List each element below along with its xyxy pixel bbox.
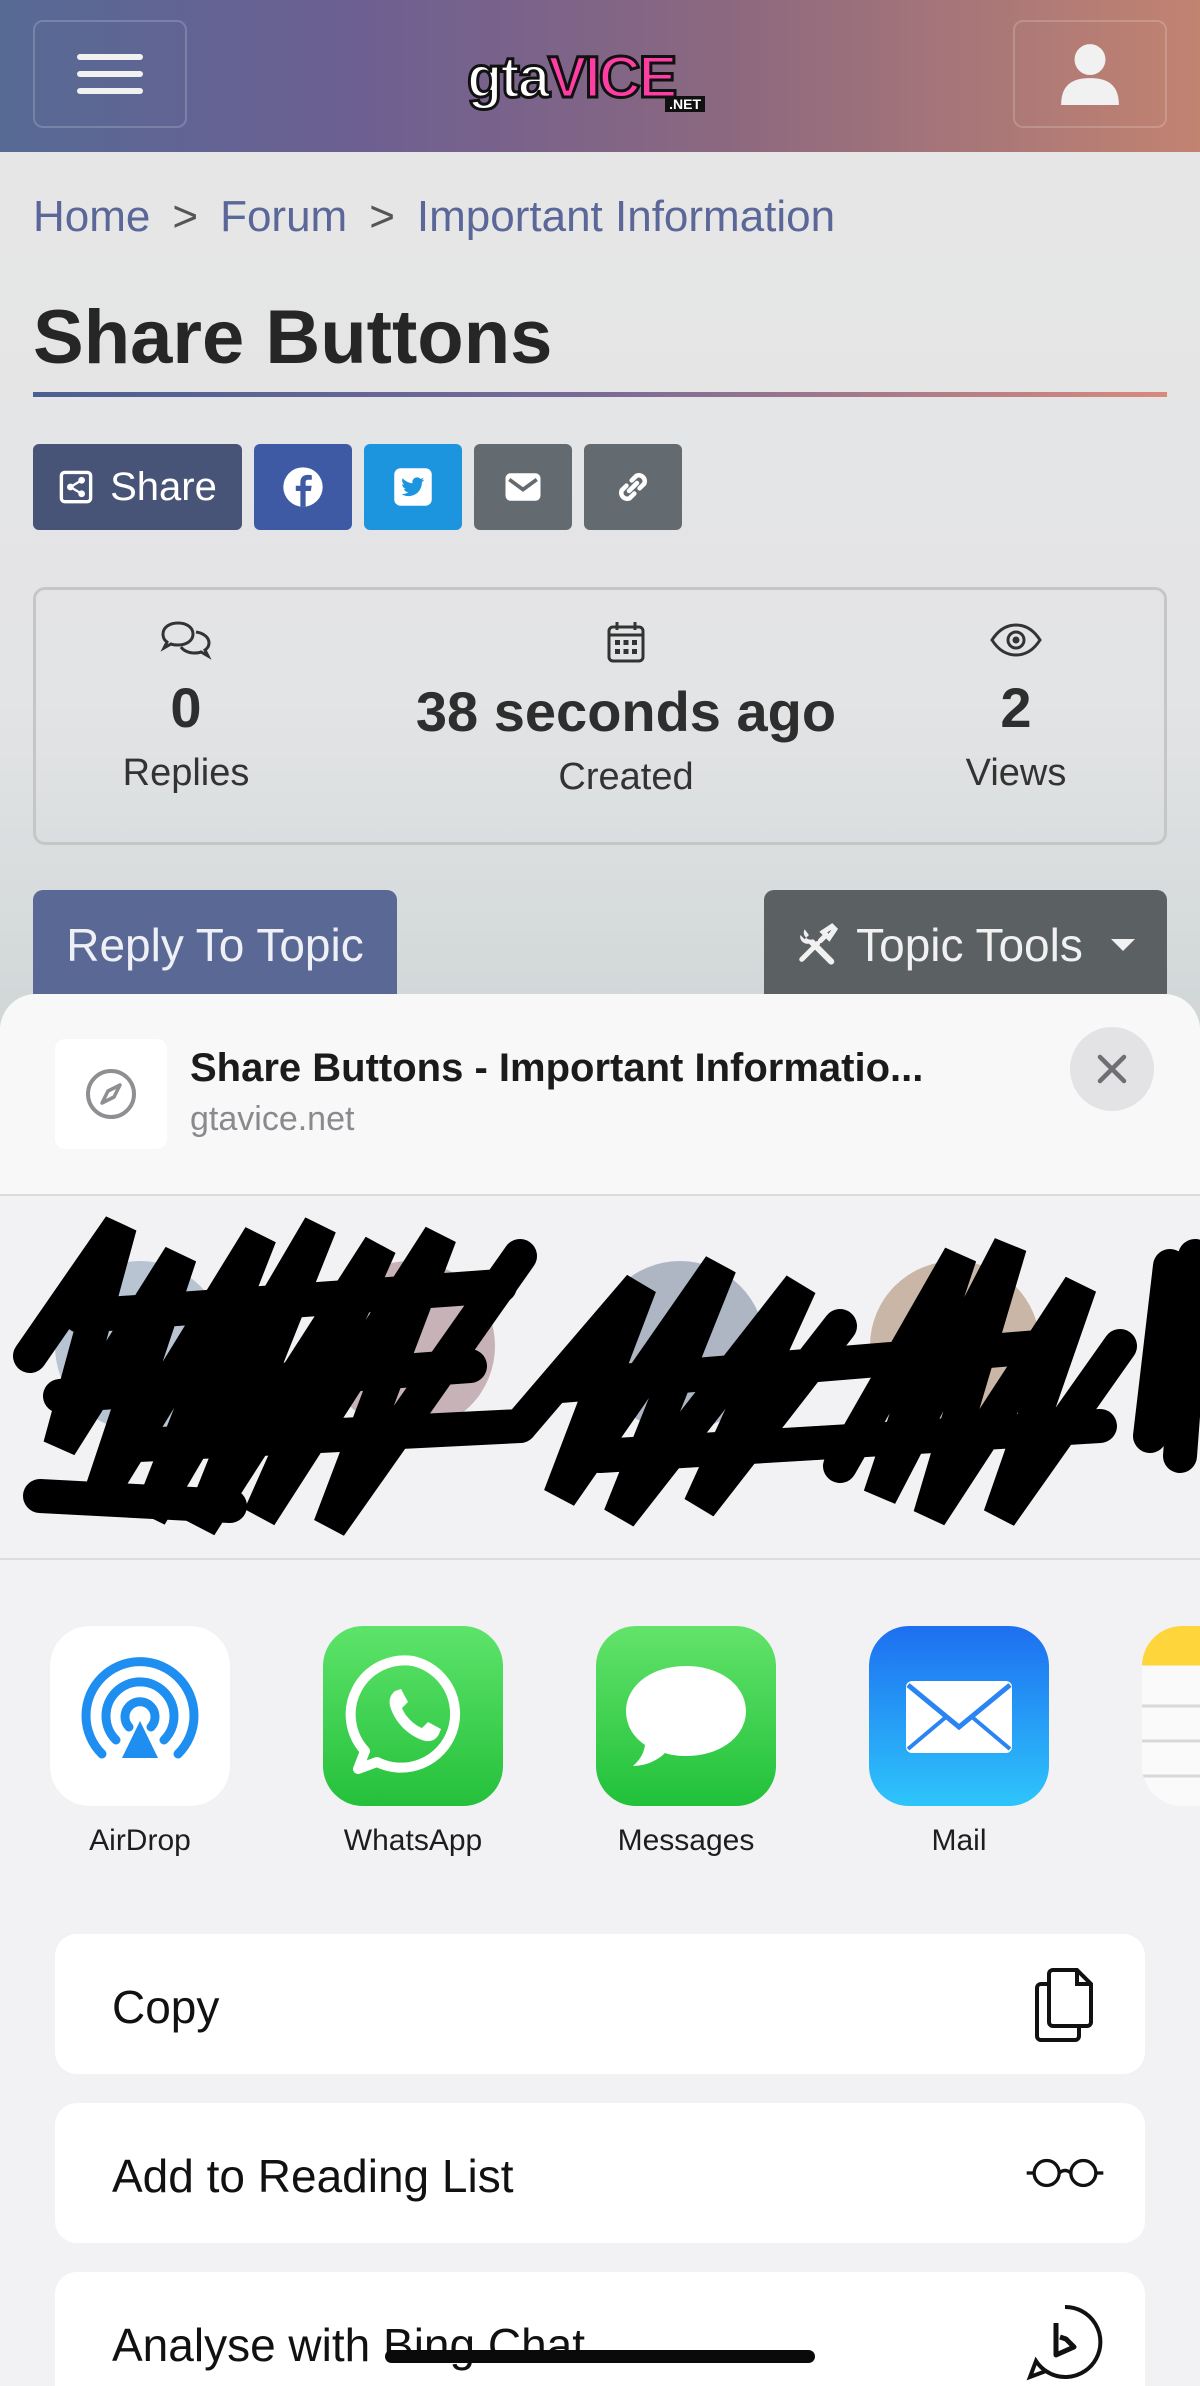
- bing-icon: [1025, 2302, 1105, 2382]
- app-label: WhatsApp: [343, 1824, 483, 1857]
- breadcrumb-forum[interactable]: Forum: [220, 192, 347, 242]
- action-label: Copy: [112, 1981, 220, 2033]
- twitter-share-button[interactable]: [364, 444, 462, 530]
- replies-label: Replies: [122, 752, 250, 794]
- facebook-share-button[interactable]: [254, 444, 352, 530]
- airdrop-icon: [50, 1626, 230, 1806]
- calendar-icon: [607, 622, 645, 663]
- breadcrumb-important-information[interactable]: Important Information: [417, 192, 835, 242]
- breadcrumb-separator: >: [172, 192, 199, 241]
- topic-tools-label: Topic Tools: [856, 919, 1083, 971]
- notes-icon: [1142, 1626, 1200, 1806]
- suggested-contacts-redacted: [0, 1196, 1200, 1560]
- page-title: Share Buttons: [33, 295, 553, 380]
- app-label: AirDrop: [89, 1824, 191, 1857]
- created-label: Created: [558, 756, 694, 798]
- messages-icon: [596, 1626, 776, 1806]
- twitter-icon: [394, 468, 432, 506]
- share-button-label: Share: [110, 464, 217, 509]
- action-label: Analyse with Bing Chat: [112, 2319, 586, 2371]
- share-sheet-title: Share Buttons - Important Informatio...: [190, 1046, 924, 1090]
- site-header: gtaVICE .NET: [0, 0, 1200, 152]
- share-sheet: Share Buttons - Important Informatio... …: [0, 994, 1200, 2386]
- comments-icon: [160, 621, 212, 660]
- facebook-icon: [283, 467, 323, 507]
- copy-icon: [1025, 1964, 1105, 2044]
- close-button[interactable]: [1070, 1027, 1154, 1111]
- app-label: Mail: [931, 1824, 987, 1857]
- share-icon: [59, 470, 93, 504]
- redaction-scribble: [13, 1216, 1200, 1536]
- close-icon: [1097, 1054, 1127, 1084]
- share-apps-row: AirDrop WhatsApp Messages Mail: [0, 1626, 1200, 1866]
- app-whatsapp[interactable]: WhatsApp: [303, 1626, 523, 1858]
- hamburger-icon: [77, 43, 143, 105]
- app-messages[interactable]: Messages: [576, 1626, 796, 1858]
- user-account-button[interactable]: [1013, 20, 1167, 128]
- topic-tools-button[interactable]: Topic Tools: [764, 890, 1167, 1000]
- app-mail[interactable]: Mail: [849, 1626, 1069, 1858]
- replies-count: 0: [170, 676, 202, 739]
- add-to-reading-list-action[interactable]: Add to Reading List: [55, 2103, 1145, 2243]
- whatsapp-icon: [323, 1626, 503, 1806]
- menu-button[interactable]: [33, 20, 187, 128]
- copy-link-button[interactable]: [584, 444, 682, 530]
- link-icon: [619, 473, 647, 501]
- topic-page: Home > Forum > Important Information Sha…: [0, 152, 1200, 1052]
- stat-created: 38 seconds ago Created: [386, 620, 866, 799]
- share-buttons: Share: [33, 444, 682, 530]
- breadcrumb: Home > Forum > Important Information: [33, 192, 835, 242]
- share-sheet-header: Share Buttons - Important Informatio... …: [0, 994, 1200, 1196]
- tools-icon: [799, 923, 839, 965]
- stat-replies: 0 Replies: [96, 620, 276, 795]
- eye-icon: [990, 623, 1042, 657]
- app-notes[interactable]: N: [1122, 1626, 1200, 1858]
- title-underline: [33, 392, 1167, 397]
- analyse-with-bing-chat-action[interactable]: Analyse with Bing Chat: [55, 2272, 1145, 2386]
- action-label: Add to Reading List: [112, 2150, 514, 2202]
- breadcrumb-separator: >: [369, 192, 395, 241]
- site-logo[interactable]: gtaVICE .NET: [466, 42, 709, 114]
- views-label: Views: [965, 752, 1067, 794]
- email-share-button[interactable]: [474, 444, 572, 530]
- app-label: N: [1122, 1824, 1200, 1858]
- user-icon: [1061, 44, 1119, 105]
- topic-stats: 0 Replies 38 seconds ago Created 2 Views: [33, 587, 1167, 845]
- share-sheet-url: gtavice.net: [190, 1100, 355, 1138]
- breadcrumb-home[interactable]: Home: [33, 192, 150, 242]
- views-count: 2: [1000, 676, 1032, 739]
- created-time: 38 seconds ago: [415, 680, 837, 743]
- app-airdrop[interactable]: AirDrop: [30, 1626, 250, 1858]
- envelope-icon: [505, 473, 541, 501]
- copy-action[interactable]: Copy: [55, 1934, 1145, 2074]
- reply-to-topic-button[interactable]: Reply To Topic: [33, 890, 397, 1000]
- reading-list-icon: [1025, 2133, 1105, 2213]
- compass-icon: [55, 1039, 167, 1149]
- chevron-down-icon: [1110, 939, 1135, 951]
- app-label: Messages: [617, 1824, 755, 1857]
- home-indicator[interactable]: [385, 2350, 815, 2363]
- share-button[interactable]: Share: [33, 444, 242, 530]
- stat-views: 2 Views: [916, 620, 1116, 795]
- mail-icon: [869, 1626, 1049, 1806]
